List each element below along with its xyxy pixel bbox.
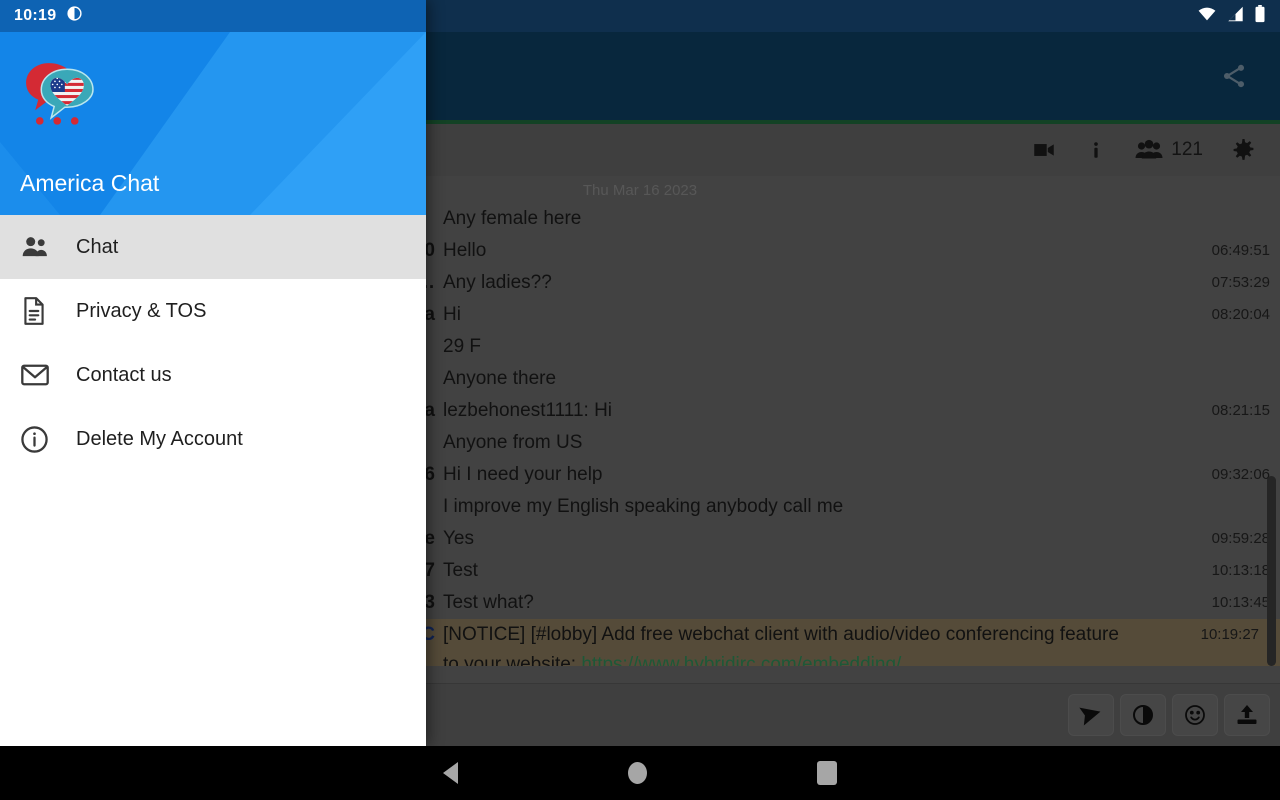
sidebar-item-label: Contact us xyxy=(76,363,172,386)
drawer-header: America Chat xyxy=(0,32,426,215)
signal-icon xyxy=(1226,6,1245,27)
drawer-status-time: 10:19 xyxy=(14,7,57,24)
sidebar-item-delete-my-account[interactable]: Delete My Account xyxy=(0,407,426,471)
wifi-icon xyxy=(1197,6,1217,27)
notification-dot-icon xyxy=(66,5,83,27)
people-icon xyxy=(20,234,76,260)
sidebar-item-chat[interactable]: Chat xyxy=(0,215,426,279)
battery-icon xyxy=(1254,4,1266,28)
app-logo-icon xyxy=(26,63,94,125)
drawer-status-bar: 10:19 xyxy=(0,0,426,32)
mail-icon xyxy=(20,362,76,388)
recents-square-icon[interactable] xyxy=(817,761,837,785)
back-triangle-icon[interactable] xyxy=(443,762,458,784)
sidebar-item-contact-us[interactable]: Contact us xyxy=(0,343,426,407)
sidebar-item-label: Privacy & TOS xyxy=(76,299,207,322)
navigation-drawer: 10:19 America Chat Chat Privacy & TOS Co… xyxy=(0,0,426,746)
home-circle-icon[interactable] xyxy=(628,762,647,784)
drawer-menu: Chat Privacy & TOS Contact us Delete My … xyxy=(0,215,426,471)
android-nav-bar xyxy=(0,746,1280,800)
sidebar-item-label: Delete My Account xyxy=(76,427,243,450)
document-icon xyxy=(20,296,76,326)
info-circle-icon xyxy=(20,425,76,454)
sidebar-item-label: Chat xyxy=(76,235,119,258)
app-name: America Chat xyxy=(20,170,160,196)
sidebar-item-privacy-tos[interactable]: Privacy & TOS xyxy=(0,279,426,343)
